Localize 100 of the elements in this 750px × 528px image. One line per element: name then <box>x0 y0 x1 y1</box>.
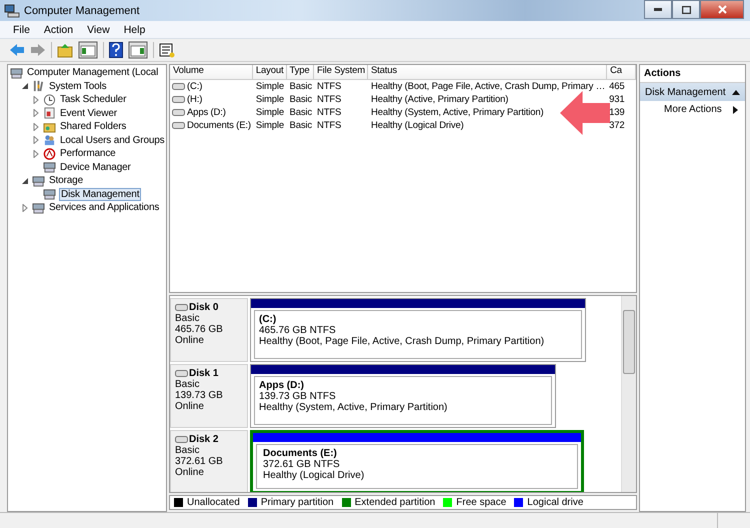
disk-name: Disk 0 <box>189 302 218 313</box>
tree-item[interactable]: Computer Management (Local <box>26 67 160 78</box>
disk-info[interactable]: Disk 2 Basic 372.61 GB Online <box>170 430 248 492</box>
back-arrow-icon[interactable] <box>9 43 25 57</box>
column-header[interactable]: File System <box>314 65 368 80</box>
collapsed-icon[interactable] <box>32 96 40 104</box>
drive-icon <box>172 122 185 129</box>
disk-size: 372.61 GB <box>175 456 224 467</box>
tree-item[interactable]: Event Viewer <box>59 108 118 119</box>
table-cell-text: Basic <box>288 119 313 132</box>
annotation-arrow <box>560 91 610 135</box>
drive-icon <box>172 109 185 116</box>
tools-icon <box>32 80 45 92</box>
partition-block[interactable]: (C:) 465.76 GB NTFS Healthy (Boot, Page File, Active, Crash Dump, Primary Partition) <box>250 298 586 362</box>
close-button[interactable] <box>700 0 744 19</box>
partition-label: Documents (E:) <box>263 448 338 459</box>
table-cell-text: NTFS <box>316 93 342 106</box>
table-cell: (C:) <box>170 80 253 93</box>
vertical-scrollbar[interactable] <box>621 296 636 492</box>
app-icon <box>4 4 20 18</box>
action-pane-icon[interactable] <box>128 41 148 59</box>
folder-icon <box>43 120 56 133</box>
menu-item[interactable]: Action <box>44 24 74 36</box>
menu-item[interactable]: Help <box>124 24 146 36</box>
maximize-icon <box>682 6 690 14</box>
tree-item[interactable]: Task Scheduler <box>59 94 128 106</box>
disk-type: Basic <box>175 378 200 390</box>
tree-item[interactable]: System Tools <box>48 80 108 92</box>
table-cell-text: Healthy (Logical Drive) <box>370 119 465 132</box>
disk-name: Disk 2 <box>189 434 218 445</box>
submenu-icon <box>733 106 738 114</box>
folder-up-icon[interactable] <box>57 42 73 58</box>
collapsed-icon[interactable] <box>32 109 40 118</box>
table-cell-text: NTFS <box>316 119 342 132</box>
legend-label: Primary partition <box>260 497 334 508</box>
legend-label: Free space <box>456 497 506 508</box>
forward-arrow-icon[interactable] <box>30 43 46 57</box>
table-cell: Documents (E:) <box>170 119 253 132</box>
table-cell-text: Simple <box>254 80 286 93</box>
tree-item[interactable]: Services and Applications <box>48 202 160 214</box>
tree-item[interactable]: Storage <box>48 175 84 186</box>
console-tree-icon[interactable] <box>78 41 98 59</box>
legend-label: Extended partition <box>354 497 436 508</box>
table-cell-text: NTFS <box>316 106 342 119</box>
action-item[interactable]: More Actions <box>640 101 745 118</box>
collapsed-icon[interactable] <box>32 150 40 158</box>
collapse-icon <box>732 90 740 94</box>
partition-block[interactable]: Documents (E:) 372.61 GB NTFS Healthy (Logical Drive) <box>250 430 584 492</box>
expanded-icon[interactable] <box>21 82 29 90</box>
legend-label: Logical drive <box>527 497 584 508</box>
maximize-button[interactable] <box>672 0 700 19</box>
properties-icon[interactable] <box>159 42 175 58</box>
column-header[interactable]: Ca <box>607 65 636 80</box>
table-cell-text: Healthy (Active, Primary Partition) <box>370 93 510 106</box>
tree-item[interactable]: Local Users and Groups <box>59 134 166 146</box>
table-cell-text: 372 <box>608 119 626 132</box>
partition-size: 372.61 GB NTFS <box>263 458 341 470</box>
drive-icon <box>172 83 185 90</box>
disk-size: 139.73 GB <box>175 390 224 401</box>
disk-size: 465.76 GB <box>175 324 224 335</box>
partition-size: 139.73 GB NTFS <box>259 390 337 402</box>
disk-name: Disk 1 <box>189 368 218 379</box>
expanded-icon[interactable] <box>21 176 29 185</box>
disk-state: Online <box>175 334 205 346</box>
collapsed-icon[interactable] <box>32 122 40 131</box>
collapsed-icon[interactable] <box>32 136 40 144</box>
tree-item[interactable]: Device Manager <box>59 162 132 173</box>
users-icon <box>43 134 56 146</box>
table-cell-text: Basic <box>288 106 313 119</box>
menu-item[interactable]: File <box>13 24 30 36</box>
partition-block[interactable]: Apps (D:) 139.73 GB NTFS Healthy (System, Active, Primary Partition) <box>250 364 556 428</box>
disk-state: Online <box>175 466 205 478</box>
viewer-icon <box>43 107 56 120</box>
partition-label: Apps (D:) <box>259 380 305 391</box>
minimize-icon <box>654 8 662 11</box>
column-header[interactable]: Layout <box>252 65 287 80</box>
column-header[interactable]: Volume <box>170 65 253 80</box>
disk-type: Basic <box>175 444 200 456</box>
collapsed-icon[interactable] <box>21 204 29 212</box>
help-icon[interactable] <box>109 42 123 58</box>
partition-status: Healthy (System, Active, Primary Partition) <box>259 402 448 413</box>
tree-item[interactable]: Performance <box>59 148 117 160</box>
legend-label: Unallocated <box>187 497 240 508</box>
window-title: Computer Management <box>24 4 140 16</box>
table-cell-text: Simple <box>254 106 286 119</box>
table-cell-text: Healthy (Boot, Page File, Active, Crash Dump, Primary … <box>370 80 606 93</box>
partition-size: 465.76 GB NTFS <box>259 324 337 336</box>
partition-label: (C:) <box>259 314 278 325</box>
minimize-button[interactable] <box>644 0 672 19</box>
tree-item[interactable]: Disk Management <box>59 188 142 201</box>
menu-item[interactable]: View <box>87 24 110 36</box>
disk-info[interactable]: Disk 0 Basic 465.76 GB Online <box>170 298 248 362</box>
actions-section[interactable]: Disk Management <box>640 83 745 101</box>
column-header[interactable]: Status <box>368 65 608 80</box>
tree-item[interactable]: Shared Folders <box>59 121 128 132</box>
table-cell-text: Basic <box>288 93 313 106</box>
table-cell-text: Simple <box>254 93 286 106</box>
column-header[interactable]: Type <box>286 65 314 80</box>
table-cell-text: Basic <box>288 80 313 93</box>
disk-info[interactable]: Disk 1 Basic 139.73 GB Online <box>170 364 248 428</box>
